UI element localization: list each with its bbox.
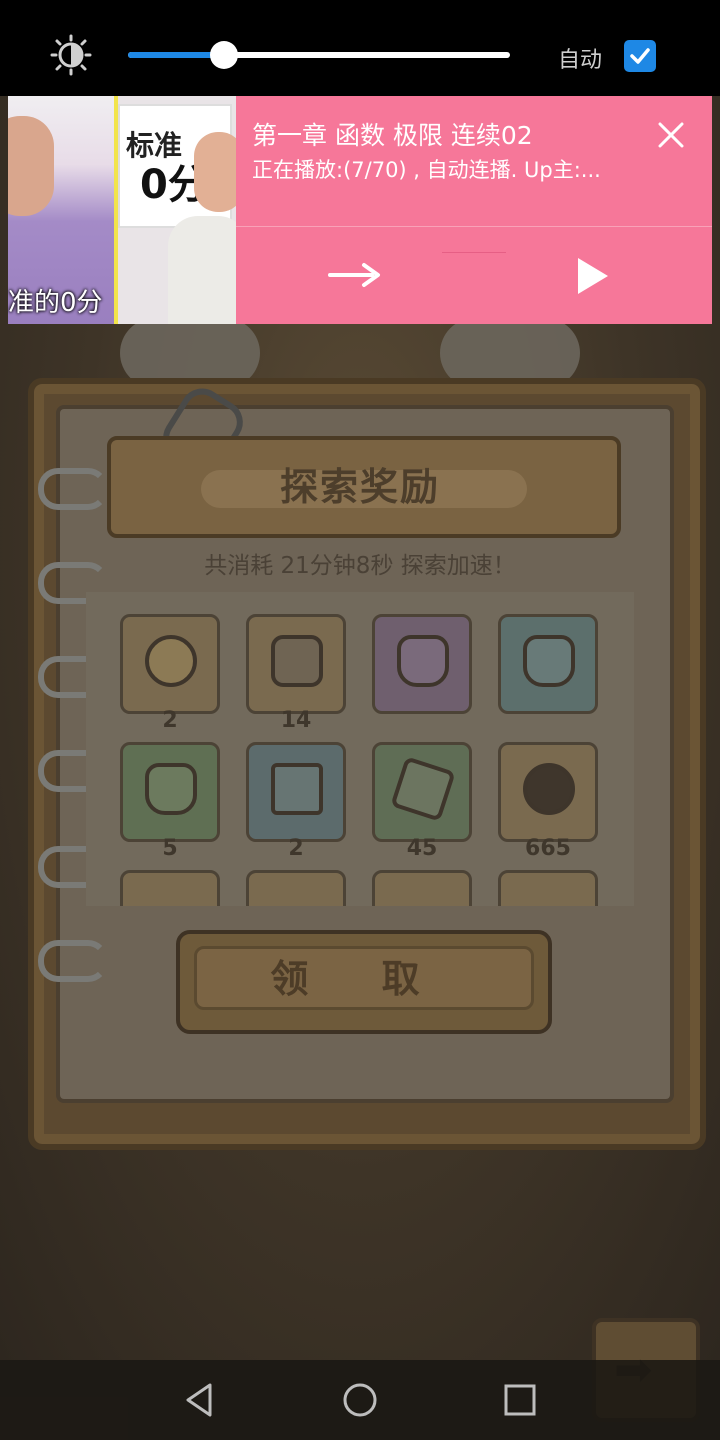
brightness-icon [50, 34, 92, 76]
reward-description: 共消耗 21分钟8秒 探索加速！ [204, 553, 516, 579]
brightness-slider[interactable] [128, 41, 510, 69]
purple-potion-icon [397, 635, 449, 687]
brightness-bar: 自动 [0, 0, 720, 96]
binder-ring-icon [38, 940, 108, 982]
reward-item-mechanism[interactable]: 14 [246, 614, 346, 733]
video-thumbnail[interactable]: 标准 0分 准的0分 [8, 96, 236, 324]
thumbnail-face [8, 116, 54, 216]
item-count: 2 [162, 708, 178, 733]
item-count: 5 [162, 836, 178, 861]
card-icon [271, 763, 323, 815]
reward-item-grid: 2 14 5 2 45 665 [86, 592, 634, 906]
reward-title: 探索奖励 [279, 465, 440, 509]
reward-item-cyan-potion[interactable] [498, 614, 598, 714]
mechanism-icon [271, 635, 323, 687]
reward-item-coin[interactable]: 2 [120, 614, 220, 733]
thumbnail-person [168, 216, 236, 324]
bubble-icon [523, 763, 575, 815]
reward-item-purple-potion[interactable] [372, 614, 472, 714]
reward-item-partial [498, 870, 598, 906]
item-count: 2 [288, 836, 304, 861]
reward-item-bubble[interactable]: 665 [498, 742, 598, 861]
back-icon[interactable] [180, 1380, 220, 1420]
green-potion-icon [145, 763, 197, 815]
notification-progress-line [442, 252, 506, 253]
reward-item-partial [246, 870, 346, 906]
close-icon[interactable] [654, 118, 688, 152]
reward-item-card[interactable]: 2 [246, 742, 346, 861]
check-icon [630, 48, 650, 64]
brightness-slider-thumb[interactable] [209, 41, 238, 69]
notification-divider [236, 226, 712, 227]
cyan-potion-icon [523, 635, 575, 687]
thumbnail-caption: 准的0分 [8, 288, 103, 318]
reward-item-partial [372, 870, 472, 906]
map-fragment-icon [390, 756, 456, 822]
auto-brightness-label: 自动 [558, 48, 603, 73]
home-icon[interactable] [340, 1380, 380, 1420]
navigation-bar [0, 1360, 720, 1440]
item-count: 665 [525, 836, 571, 861]
thumbnail-face [194, 132, 236, 212]
recents-icon[interactable] [500, 1380, 540, 1420]
notification-title: 第一章 函数 极限 连续02 [252, 121, 533, 150]
reward-item-green-potion[interactable]: 5 [120, 742, 220, 861]
next-icon[interactable] [328, 258, 382, 292]
notification-subtitle: 正在播放:(7/70) , 自动连播. Up主:... [252, 158, 601, 182]
reward-item-map-fragment[interactable]: 45 [372, 742, 472, 861]
auto-brightness-checkbox[interactable] [624, 40, 656, 72]
coin-icon [145, 635, 197, 687]
item-count: 45 [406, 836, 438, 861]
play-icon[interactable] [574, 256, 610, 296]
item-count: 14 [280, 708, 312, 733]
reward-item-partial [120, 870, 220, 906]
claim-button-label: 领 取 [270, 957, 450, 1001]
media-notification[interactable]: 标准 0分 准的0分 第一章 函数 极限 连续02 正在播放:(7/70) , … [8, 96, 712, 324]
